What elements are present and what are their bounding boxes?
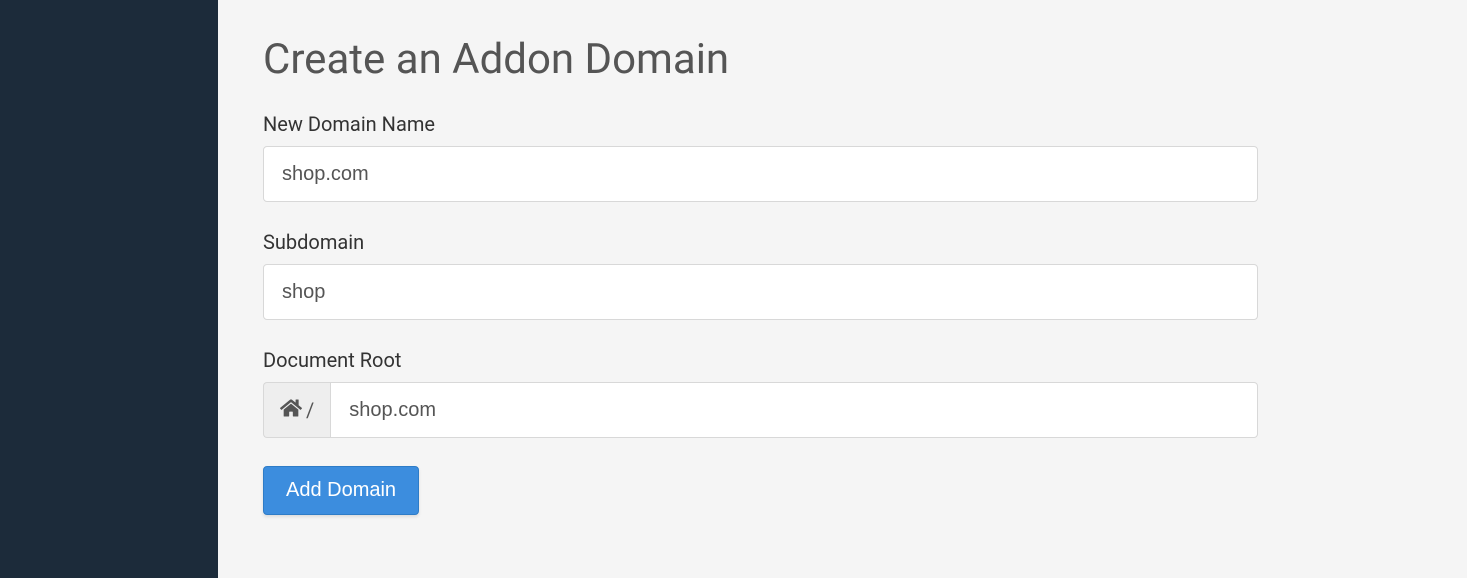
- new-domain-input[interactable]: [263, 146, 1258, 202]
- document-root-separator: /: [306, 398, 314, 422]
- page-title: Create an Addon Domain: [263, 35, 1422, 84]
- main-content: Create an Addon Domain New Domain Name S…: [218, 0, 1467, 578]
- document-root-input[interactable]: [330, 382, 1258, 438]
- sidebar: [0, 0, 218, 578]
- home-icon: [280, 397, 302, 424]
- add-domain-button[interactable]: Add Domain: [263, 466, 419, 515]
- subdomain-label: Subdomain: [263, 230, 1422, 254]
- document-root-input-group: /: [263, 382, 1258, 438]
- form-group-document-root: Document Root /: [263, 348, 1422, 438]
- form-group-subdomain: Subdomain: [263, 230, 1422, 320]
- new-domain-label: New Domain Name: [263, 112, 1422, 136]
- form-group-new-domain: New Domain Name: [263, 112, 1422, 202]
- document-root-prefix: /: [263, 382, 330, 438]
- document-root-label: Document Root: [263, 348, 1422, 372]
- subdomain-input[interactable]: [263, 264, 1258, 320]
